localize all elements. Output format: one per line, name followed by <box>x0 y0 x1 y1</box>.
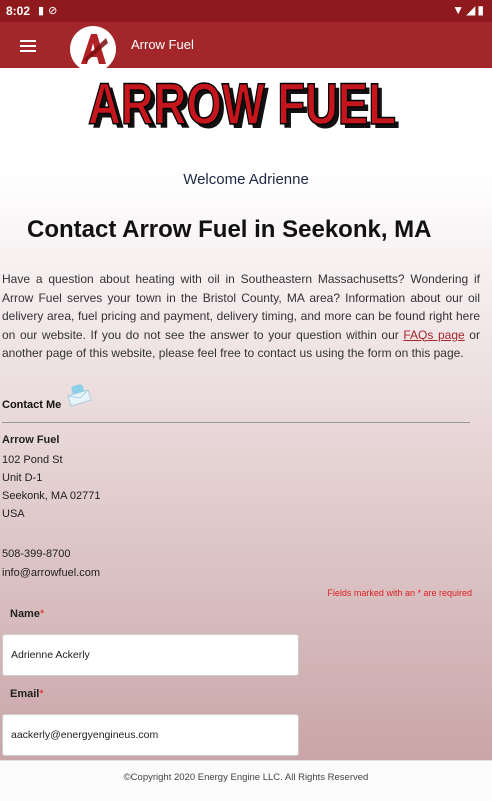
required-fields-note: Fields marked with an * are required <box>327 588 472 598</box>
sim-card-icon: ▮ <box>38 5 49 17</box>
required-marker: * <box>39 688 44 700</box>
app-logo <box>70 26 116 72</box>
faqs-link[interactable]: FAQs page <box>403 328 464 342</box>
name-label: Name* <box>10 608 44 620</box>
email-label-text: Email <box>10 688 40 700</box>
banner-text: ARROW FUEL <box>88 72 396 134</box>
battery-icon: ▮ <box>477 3 486 17</box>
signal-icon: ◢ <box>466 3 478 17</box>
divider <box>2 422 470 423</box>
contact-heading: Contact Me <box>2 399 62 411</box>
app-bar: Arrow Fuel <box>0 22 492 72</box>
hamburger-menu-icon[interactable] <box>20 40 36 52</box>
welcome-message: Welcome Adrienne <box>183 171 309 188</box>
email-label: Email* <box>10 688 44 700</box>
email-input[interactable] <box>2 714 299 756</box>
intro-paragraph: Have a question about heating with oil i… <box>2 270 480 363</box>
status-bar: 8:02 ▮⊘ ▼◢▮ <box>0 0 492 22</box>
footer-copyright: ©Copyright 2020 Energy Engine LLC. All R… <box>0 760 492 801</box>
contact-phone[interactable]: 508-399-8700 <box>2 548 71 560</box>
envelope-icon <box>67 384 92 407</box>
contact-company-name: Arrow Fuel <box>2 434 60 446</box>
contact-email[interactable]: info@arrowfuel.com <box>2 567 100 579</box>
required-marker: * <box>39 608 45 620</box>
status-time: 8:02 <box>6 4 31 18</box>
page-title: Contact Arrow Fuel in Seekonk, MA <box>27 216 432 243</box>
arrow-fuel-banner-logo: ARROW FUEL ARROW FUEL <box>87 72 400 134</box>
wifi-icon: ▼ <box>452 3 467 17</box>
contact-city: Seekonk, MA 02771 <box>2 490 101 502</box>
contact-street: 102 Pond St <box>2 454 63 466</box>
app-title: Arrow Fuel <box>131 37 194 52</box>
contact-unit: Unit D-1 <box>2 472 43 484</box>
sync-icon: ⊘ <box>48 5 62 17</box>
name-input[interactable] <box>2 634 299 676</box>
name-label-text: Name <box>10 608 40 620</box>
arrow-logo-icon <box>71 27 115 71</box>
contact-country: USA <box>2 508 25 520</box>
